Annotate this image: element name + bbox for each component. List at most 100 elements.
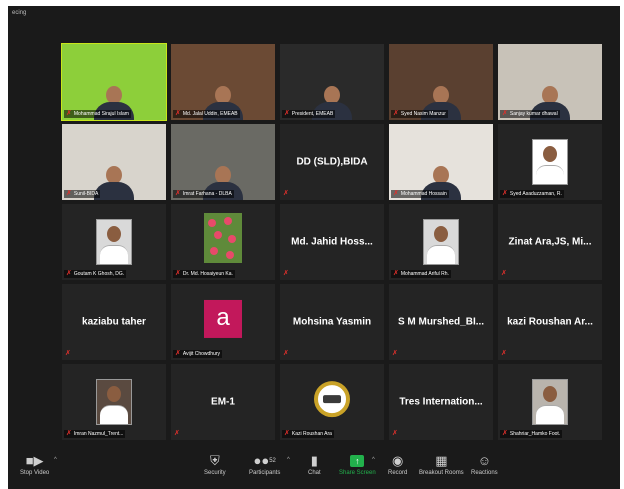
mic-muted-icon: ✗ xyxy=(392,430,398,437)
mic-muted-icon: ✗ xyxy=(66,430,72,437)
participant-display-name: Mohsina Yasmin xyxy=(292,316,372,328)
participant-tile[interactable]: ✗ Syed Asaduzzaman, R. xyxy=(498,124,602,200)
participant-tile[interactable]: Mohsina Yasmin ✗ xyxy=(280,284,384,360)
participant-tile[interactable]: ✗ Imran Nazmul_Trent... xyxy=(62,364,166,440)
mic-muted-icon: ✗ xyxy=(393,190,399,197)
participant-name: Mohammad Sirajul Islam xyxy=(73,111,129,117)
mic-muted-icon: ✗ xyxy=(175,270,181,277)
participant-tile[interactable]: kaziabu taher ✗ xyxy=(62,284,166,360)
participant-name-label: ✗ Mohammad Sirajul Islam xyxy=(64,110,131,118)
participant-display-name: Md. Jahid Hoss... xyxy=(291,236,373,248)
participant-name: Dr. Md. Hosaiyeun Ka. xyxy=(182,271,233,277)
mic-muted-icon: ✗ xyxy=(501,350,507,357)
participant-name-label: ✗ Goutam K Ghosh, DG. xyxy=(64,270,127,278)
participant-name-label: ✗ Imran Nazmul_Trent... xyxy=(64,430,126,438)
participant-display-name: kaziabu taher xyxy=(82,316,146,328)
record-button[interactable]: ◉ Record xyxy=(388,453,407,476)
participant-name-label: ✗ Kazi Roushan Ara xyxy=(282,430,334,438)
participant-tile[interactable]: S M Murshed_BI... ✗ xyxy=(389,284,493,360)
recording-label: ecing xyxy=(12,10,27,16)
chat-button[interactable]: ▮ Chat xyxy=(308,453,321,476)
participant-name: Imran Nazmul_Trent... xyxy=(73,431,124,437)
mic-muted-icon: ✗ xyxy=(283,270,289,277)
participant-tile[interactable]: DD (SLD),BIDA ✗ xyxy=(280,124,384,200)
profile-photo xyxy=(532,379,568,425)
participant-name-label: ✗ Mohammad Ariful Rh. xyxy=(391,270,451,278)
participant-tile[interactable]: a ✗ Avijit Chowdhury xyxy=(171,284,275,360)
participant-name: Mohammad Hossain xyxy=(400,191,447,197)
participant-tile[interactable]: ✗ Dr. Md. Hosaiyeun Ka. xyxy=(171,204,275,280)
reactions-button[interactable]: ☺ Reactions xyxy=(471,453,498,476)
participants-button[interactable]: ●●52 Participants xyxy=(249,453,280,476)
participant-name: Mohammad Ariful Rh. xyxy=(400,271,449,277)
participant-tile[interactable]: EM-1 ✗ xyxy=(171,364,275,440)
share-screen-button[interactable]: ↑ Share Screen xyxy=(339,453,376,476)
breakout-rooms-button[interactable]: ▦ Breakout Rooms xyxy=(419,453,464,476)
participant-tile[interactable]: ✗ President, EMEAB xyxy=(280,44,384,120)
mic-muted-icon: ✗ xyxy=(175,190,181,197)
participant-name-label: ✗ Shahriar_Hamko Foot. xyxy=(500,430,563,438)
participant-display-name: DD (SLD),BIDA xyxy=(296,156,368,168)
participant-display-name: Tres Internation... xyxy=(399,396,483,408)
participant-tile[interactable]: ✗ Md. Jalal Uddin, EMEAB xyxy=(171,44,275,120)
mic-muted-icon: ✗ xyxy=(502,430,508,437)
participants-options-caret-icon[interactable]: ^ xyxy=(287,457,290,463)
mic-muted-icon: ✗ xyxy=(392,350,398,357)
share-options-caret-icon[interactable]: ^ xyxy=(372,457,375,463)
mic-muted-icon: ✗ xyxy=(66,190,72,197)
participant-name-label: ✗ Avijit Chowdhury xyxy=(173,350,223,358)
mic-muted-icon: ✗ xyxy=(502,190,508,197)
participant-tile[interactable]: ✗ Mohammad Ariful Rh. xyxy=(389,204,493,280)
participant-name: Kazi Roushan Ara xyxy=(291,431,332,437)
participant-video xyxy=(389,44,493,120)
participant-tile[interactable]: ✗ Kazi Roushan Ara xyxy=(280,364,384,440)
profile-photo xyxy=(532,139,568,185)
participant-name: Syed Asaduzzaman, R. xyxy=(509,191,562,197)
participant-name-label: ✗ Syed Nasim Manzur xyxy=(391,110,448,118)
participant-tile[interactable]: ✗ Mohammad Hossain xyxy=(389,124,493,200)
participant-tile[interactable]: ✗ Syed Nasim Manzur xyxy=(389,44,493,120)
mic-muted-icon: ✗ xyxy=(283,190,289,197)
participant-name-label: ✗ Dr. Md. Hosaiyeun Ka. xyxy=(173,270,235,278)
record-icon: ◉ xyxy=(392,453,404,468)
participant-tile[interactable]: ✗ Sunil-BIDA xyxy=(62,124,166,200)
participant-video xyxy=(62,124,166,200)
avatar: a xyxy=(204,299,242,338)
participant-tile[interactable]: ✗ Mohammad Sirajul Islam xyxy=(61,43,167,121)
meeting-toolbar: ■▶ Stop Video ^ ⛨ Security ●●52 Particip… xyxy=(8,449,620,489)
people-icon: ●●52 xyxy=(253,453,276,468)
mic-muted-icon: ✗ xyxy=(393,110,399,117)
participant-tile[interactable]: ✗ Goutam K Ghosh, DG. xyxy=(62,204,166,280)
mic-muted-icon: ✗ xyxy=(283,350,289,357)
participant-tile[interactable]: Zinat Ara,JS, Mi... ✗ xyxy=(498,204,602,280)
participant-tile[interactable]: ✗ Imrat Farhana - DLBA xyxy=(171,124,275,200)
participant-name-label: ✗ President, EMEAB xyxy=(282,110,336,118)
profile-photo xyxy=(423,219,459,265)
participant-video xyxy=(498,44,602,120)
participant-video xyxy=(389,124,493,200)
participant-display-name: kazi Roushan Ar... xyxy=(507,316,593,328)
participant-tile[interactable]: Md. Jahid Hoss... ✗ xyxy=(280,204,384,280)
video-options-caret-icon[interactable]: ^ xyxy=(54,457,57,463)
security-button[interactable]: ⛨ Security xyxy=(204,453,226,476)
participant-tile[interactable]: ✗ Shahriar_Hamko Foot. xyxy=(498,364,602,440)
smiley-icon: ☺ xyxy=(477,453,491,468)
participant-tile[interactable]: kazi Roushan Ar... ✗ xyxy=(498,284,602,360)
participant-video xyxy=(62,44,166,120)
participant-video xyxy=(171,44,275,120)
participant-name: Avijit Chowdhury xyxy=(182,351,221,357)
mic-muted-icon: ✗ xyxy=(175,350,181,357)
profile-photo xyxy=(96,379,132,425)
participant-name: Imrat Farhana - DLBA xyxy=(182,191,232,197)
participant-name: Sunil-BIDA xyxy=(73,191,99,197)
shield-icon: ⛨ xyxy=(209,453,220,468)
stop-video-button[interactable]: ■▶ Stop Video xyxy=(20,453,49,476)
participant-tile[interactable]: Tres Internation... ✗ xyxy=(389,364,493,440)
participant-name-label: ✗ Sunil-BIDA xyxy=(64,190,101,198)
participant-video xyxy=(171,124,275,200)
participant-tile[interactable]: ✗ Sanjay kumar dhawal xyxy=(498,44,602,120)
participant-name-label: ✗ Syed Asaduzzaman, R. xyxy=(500,190,564,198)
participant-name: Sanjay kumar dhawal xyxy=(509,111,558,117)
chat-bubble-icon: ▮ xyxy=(310,453,318,468)
profile-photo xyxy=(96,219,132,265)
